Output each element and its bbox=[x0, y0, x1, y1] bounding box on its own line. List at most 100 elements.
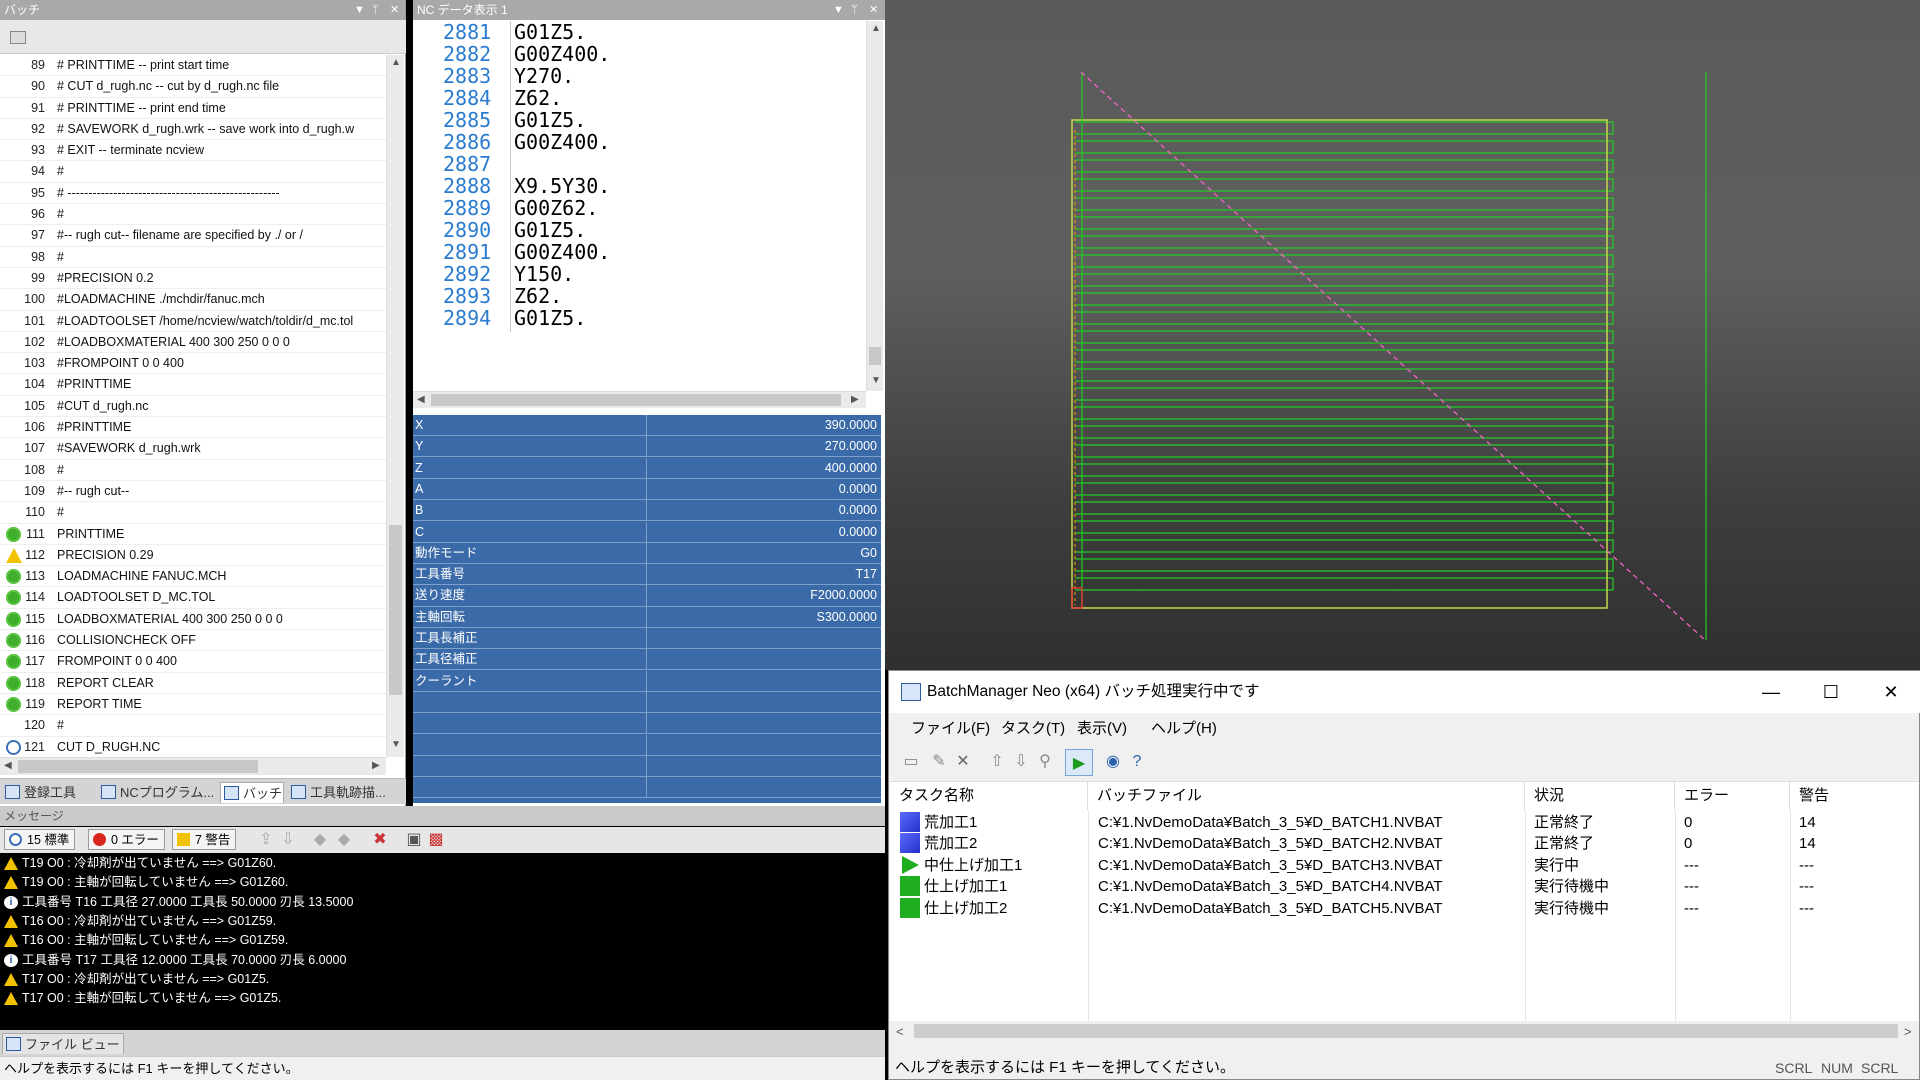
pane-pin-icon[interactable]: ᛘ bbox=[372, 0, 379, 20]
message-line[interactable]: T19 O0 : 主軸が回転していません ==> G01Z60. bbox=[4, 873, 288, 892]
message-line[interactable]: T16 O0 : 主軸が回転していません ==> G01Z59. bbox=[4, 931, 288, 950]
tab-batch[interactable]: バッチ bbox=[220, 782, 284, 803]
move-down-icon[interactable]: ⇩ bbox=[1011, 752, 1031, 772]
message-line[interactable]: T19 O0 : 冷却剤が出ていません ==> G01Z60. bbox=[4, 854, 276, 873]
menu-view[interactable]: 表示(V) bbox=[1077, 713, 1127, 745]
edit-task-icon[interactable]: ✎ bbox=[929, 752, 949, 772]
batch-line[interactable]: 110 # bbox=[0, 502, 386, 524]
menu-help[interactable]: ヘルプ(H) bbox=[1151, 713, 1217, 745]
message-line[interactable]: i 工具番号 T16 工具径 27.0000 工具長 50.0000 刃長 13.… bbox=[4, 893, 353, 912]
batch-line[interactable]: 98 # bbox=[0, 247, 386, 268]
batch-hscroll-thumb[interactable] bbox=[18, 760, 258, 773]
pane-menu-icon[interactable]: ▼ bbox=[354, 0, 365, 20]
close-button[interactable]: ✕ bbox=[1861, 671, 1920, 713]
toolpath-viewport[interactable] bbox=[885, 0, 1920, 670]
batch-line[interactable]: 117 FROMPOINT 0 0 400 bbox=[0, 651, 386, 673]
error-filter-button[interactable]: 0 エラー bbox=[88, 829, 165, 850]
maximize-button[interactable]: ☐ bbox=[1801, 671, 1861, 713]
batch-line[interactable]: 90 # CUT d_rugh.nc -- cut by d_rugh.nc fi… bbox=[0, 76, 386, 98]
batch-line[interactable]: 109 #-- rugh cut-- bbox=[0, 481, 386, 503]
menu-task[interactable]: タスク(T) bbox=[1001, 713, 1065, 745]
print-cancel-icon[interactable]: ▩ bbox=[426, 830, 446, 850]
nc-hscroll[interactable]: ◀ ▶ bbox=[413, 391, 866, 408]
batch-line[interactable]: 100 #LOADMACHINE ./mchdir/fanuc.mch bbox=[0, 289, 386, 311]
batch-line[interactable]: 120 # bbox=[0, 715, 386, 737]
batch-line[interactable]: 105 #CUT d_rugh.nc bbox=[0, 396, 386, 418]
delete-task-icon[interactable]: ✕ bbox=[953, 752, 973, 772]
message-line[interactable]: T17 O0 : 主軸が回転していません ==> G01Z5. bbox=[4, 989, 281, 1008]
batch-line[interactable]: 101 #LOADTOOLSET /home/ncview/watch/toldi… bbox=[0, 311, 386, 332]
clear-icon[interactable]: ✖ bbox=[370, 830, 390, 850]
batch-line[interactable]: 91 # PRINTTIME -- print end time bbox=[0, 98, 386, 119]
batch-line[interactable]: 119 REPORT TIME bbox=[0, 694, 386, 716]
task-list-hscroll-thumb[interactable] bbox=[914, 1024, 1898, 1038]
batch-line[interactable]: 106 #PRINTTIME bbox=[0, 417, 386, 439]
scroll-left-icon[interactable]: < bbox=[896, 1024, 904, 1039]
batch-line[interactable]: 99 #PRECISION 0.2 bbox=[0, 268, 386, 290]
batch-line[interactable]: 118 REPORT CLEAR bbox=[0, 673, 386, 694]
pane-close-icon[interactable]: ✕ bbox=[390, 0, 399, 20]
col-status[interactable]: 状況 bbox=[1525, 782, 1675, 810]
context-help-icon[interactable]: ? bbox=[1127, 752, 1147, 772]
batch-line[interactable]: 103 #FROMPOINT 0 0 400 bbox=[0, 353, 386, 375]
scroll-down-icon[interactable]: ▼ bbox=[871, 375, 881, 386]
message-line[interactable]: T16 O0 : 冷却剤が出ていません ==> G01Z59. bbox=[4, 912, 276, 931]
task-list-hscroll[interactable]: < > bbox=[890, 1021, 1919, 1041]
prev-icon[interactable]: ◆ bbox=[310, 830, 330, 850]
move-up-icon[interactable]: ⇧ bbox=[987, 752, 1007, 772]
col-batch-file[interactable]: バッチファイル bbox=[1088, 782, 1525, 810]
standard-filter-button[interactable]: 15 標準 bbox=[4, 829, 76, 850]
batch-line[interactable]: 115 LOADBOXMATERIAL 400 300 250 0 0 0 bbox=[0, 609, 386, 631]
batch-line[interactable]: 104 #PRINTTIME bbox=[0, 374, 386, 396]
pane-close-icon[interactable]: ✕ bbox=[869, 0, 878, 20]
batch-line[interactable]: 108 # bbox=[0, 460, 386, 481]
download-icon[interactable]: ⇩ bbox=[278, 830, 298, 850]
batch-line[interactable]: 121 CUT D_RUGH.NC bbox=[0, 737, 386, 756]
batch-line[interactable]: 97 #-- rugh cut-- filename are specified … bbox=[0, 225, 386, 247]
scroll-left-icon[interactable]: ◀ bbox=[417, 394, 425, 405]
batch-line[interactable]: 111 PRINTTIME bbox=[0, 524, 386, 545]
nc-hscroll-thumb[interactable] bbox=[431, 394, 841, 406]
batch-line[interactable]: 102 #LOADBOXMATERIAL 400 300 250 0 0 0 bbox=[0, 332, 386, 354]
batch-line[interactable]: 96 # bbox=[0, 204, 386, 226]
menu-file[interactable]: ファイル(F) bbox=[911, 713, 990, 745]
help-icon[interactable]: ◉ bbox=[1103, 752, 1123, 772]
scroll-up-icon[interactable]: ▲ bbox=[871, 23, 881, 34]
batch-line[interactable]: 95 # ------------------------------------… bbox=[0, 183, 386, 205]
batch-tool-icon[interactable] bbox=[10, 31, 26, 44]
batch-hscroll[interactable]: ◀ ▶ bbox=[0, 757, 386, 775]
scroll-left-icon[interactable]: ◀ bbox=[4, 760, 12, 771]
nc-code-line[interactable]: 2894 G01Z5. bbox=[443, 305, 586, 332]
warning-filter-button[interactable]: 7 警告 bbox=[172, 829, 237, 850]
pane-pin-icon[interactable]: ᛘ bbox=[851, 0, 858, 20]
nc-vscroll-thumb[interactable] bbox=[869, 347, 881, 365]
new-task-icon[interactable]: ▭ bbox=[901, 752, 921, 772]
pane-menu-icon[interactable]: ▼ bbox=[833, 0, 844, 20]
batch-line[interactable]: 113 LOADMACHINE FANUC.MCH bbox=[0, 566, 386, 588]
col-errors[interactable]: エラー bbox=[1675, 782, 1790, 810]
run-icon[interactable]: ▶ bbox=[1065, 749, 1093, 776]
nc-vscroll[interactable]: ▲ ▼ bbox=[866, 21, 883, 391]
task-row[interactable]: 仕上げ加工2 C:¥1.NvDemoData¥Batch_3_5¥D_BATCH5… bbox=[890, 896, 1919, 922]
scroll-right-icon[interactable]: ▶ bbox=[851, 394, 859, 405]
tab-nc-program[interactable]: NCプログラム... bbox=[98, 782, 218, 803]
batch-vscroll-thumb[interactable] bbox=[389, 525, 402, 695]
scroll-down-icon[interactable]: ▼ bbox=[391, 739, 401, 750]
scroll-right-icon[interactable]: > bbox=[1904, 1024, 1912, 1039]
batch-line[interactable]: 116 COLLISIONCHECK OFF bbox=[0, 630, 386, 652]
pin-icon[interactable]: ⚲ bbox=[1035, 752, 1055, 772]
print-icon[interactable]: ▣ bbox=[404, 830, 424, 850]
batch-line[interactable]: 92 # SAVEWORK d_rugh.wrk -- save work int… bbox=[0, 119, 386, 141]
batch-line[interactable]: 112 PRECISION 0.29 bbox=[0, 545, 386, 567]
batch-line[interactable]: 114 LOADTOOLSET D_MC.TOL bbox=[0, 587, 386, 609]
batch-line[interactable]: 93 # EXIT -- terminate ncview bbox=[0, 140, 386, 162]
batch-line[interactable]: 107 #SAVEWORK d_rugh.wrk bbox=[0, 438, 386, 460]
col-task-name[interactable]: タスク名称 bbox=[890, 782, 1088, 810]
batch-vscroll[interactable]: ▲ ▼ bbox=[386, 55, 404, 757]
minimize-button[interactable]: — bbox=[1741, 671, 1801, 713]
scroll-right-icon[interactable]: ▶ bbox=[372, 760, 380, 771]
col-warnings[interactable]: 警告 bbox=[1790, 782, 1919, 810]
message-line[interactable]: T17 O0 : 冷却剤が出ていません ==> G01Z5. bbox=[4, 970, 269, 989]
scroll-up-icon[interactable]: ▲ bbox=[391, 57, 401, 68]
batch-line[interactable]: 94 # bbox=[0, 161, 386, 183]
